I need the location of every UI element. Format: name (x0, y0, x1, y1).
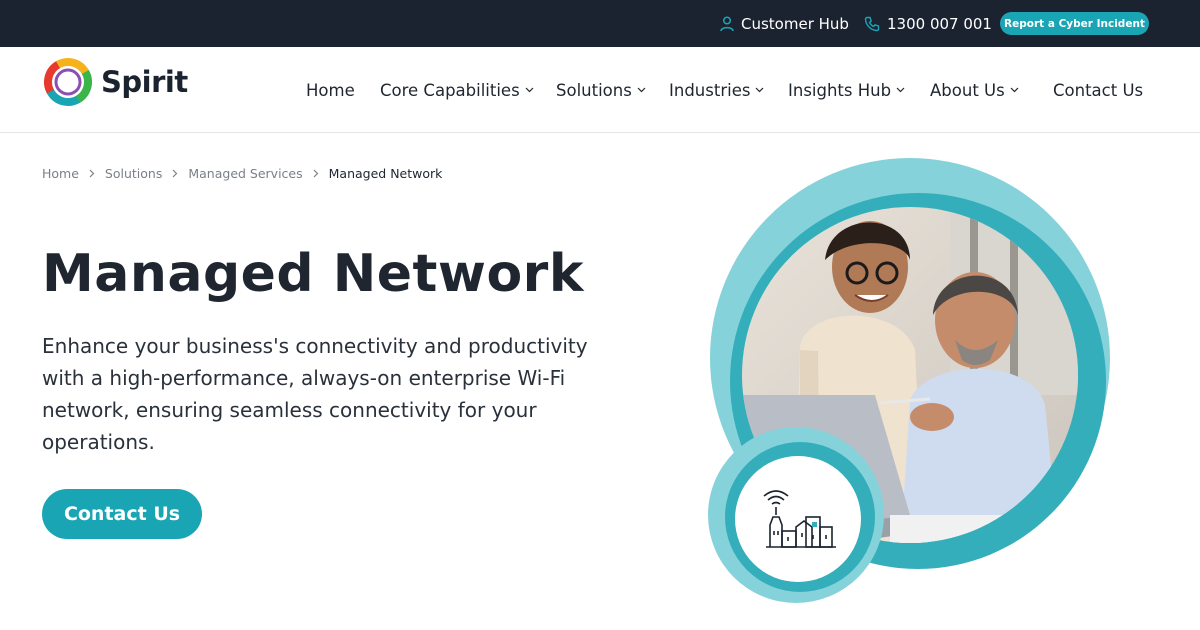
hero-description: Enhance your business's connectivity and… (42, 334, 588, 454)
chevron-right-icon (172, 169, 178, 178)
chevron-down-icon (525, 87, 534, 93)
badge-circle (735, 456, 861, 582)
nav-label: About Us (930, 80, 1005, 100)
chevron-down-icon (637, 87, 646, 93)
chevron-down-icon (1010, 87, 1019, 93)
nav-label: Insights Hub (788, 80, 892, 100)
nav-industries[interactable]: Industries (669, 47, 764, 133)
hero-image (708, 158, 1110, 603)
phone-link[interactable]: 1300 007 001 (864, 0, 992, 47)
breadcrumb-home[interactable]: Home (42, 166, 79, 181)
nav-insights-hub[interactable]: Insights Hub (788, 47, 905, 133)
contact-us-button[interactable]: Contact Us (42, 489, 202, 539)
breadcrumb-solutions[interactable]: Solutions (105, 166, 162, 181)
customer-hub-link[interactable]: Customer Hub (720, 0, 849, 47)
nav-contact-us[interactable]: Contact Us (1053, 47, 1143, 133)
page-title: Managed Network (42, 244, 584, 304)
chevron-down-icon (896, 87, 905, 93)
report-cyber-incident-button[interactable]: Report a Cyber Incident (1000, 12, 1149, 35)
phone-icon (864, 16, 880, 31)
utility-bar: Customer Hub 1300 007 001 Report a Cyber… (0, 0, 1200, 47)
nav-about-us[interactable]: About Us (930, 47, 1019, 133)
brand-name: Spirit (101, 65, 188, 99)
breadcrumb: Home Solutions Managed Services Managed … (42, 166, 442, 181)
nav-label: Core Capabilities (380, 80, 520, 100)
nav-label: Industries (669, 80, 751, 100)
breadcrumb-managed-services[interactable]: Managed Services (188, 166, 302, 181)
chevron-down-icon (756, 87, 764, 93)
nav-home[interactable]: Home (306, 47, 355, 133)
nav-core-capabilities[interactable]: Core Capabilities (380, 47, 534, 133)
nav-label: Solutions (556, 80, 632, 100)
phone-number: 1300 007 001 (887, 14, 992, 33)
brand-logo[interactable]: Spirit (41, 56, 188, 108)
chevron-right-icon (313, 169, 319, 178)
nav-label: Home (306, 80, 355, 100)
spirit-ring-logo-icon (44, 58, 92, 106)
site-header: Spirit Home Core Capabilities Solutions … (0, 47, 1200, 133)
customer-hub-label: Customer Hub (741, 14, 849, 33)
user-icon (720, 15, 734, 31)
chevron-right-icon (89, 169, 95, 178)
breadcrumb-current: Managed Network (328, 166, 443, 181)
nav-label: Contact Us (1053, 80, 1144, 100)
nav-solutions[interactable]: Solutions (556, 47, 646, 133)
